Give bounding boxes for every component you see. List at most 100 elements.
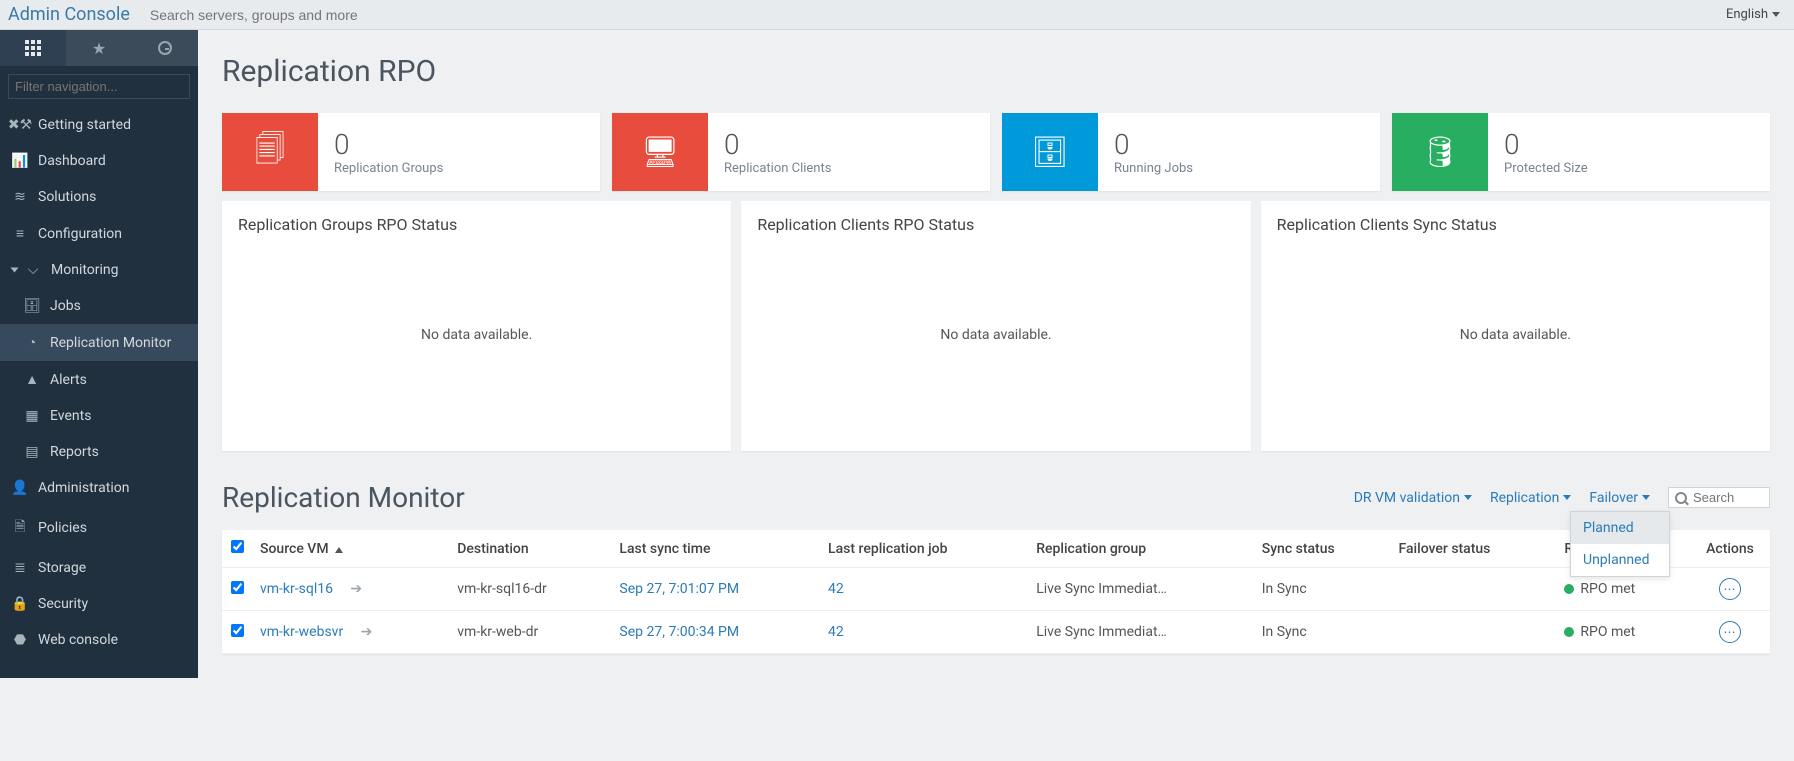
- sidebar-item-configuration[interactable]: ≡ Configuration: [0, 215, 198, 252]
- sidebar-item-replication-monitor[interactable]: ◔Replication Monitor: [0, 324, 198, 361]
- last-sync-link[interactable]: Sep 27, 7:01:07 PM: [619, 581, 739, 597]
- panel-title: Replication Clients RPO Status: [757, 215, 1234, 234]
- panel-replication-clients-sync-status: Replication Clients Sync StatusNo data a…: [1261, 201, 1770, 451]
- replication-group-cell: Live Sync Immediat…: [1028, 611, 1253, 654]
- sidebar-item-policies[interactable]: 🗎Policies: [0, 506, 198, 550]
- caret-down-icon: [1464, 495, 1472, 500]
- nav-filter[interactable]: [0, 66, 198, 107]
- row-checkbox[interactable]: [231, 624, 244, 637]
- stat-label: Replication Groups: [334, 161, 443, 176]
- sidebar-item-storage[interactable]: ≣Storage: [0, 550, 198, 586]
- status-dot-icon: [1564, 584, 1574, 594]
- col-sync-status[interactable]: Sync status: [1254, 530, 1391, 568]
- destination-cell: vm-kr-web-dr: [449, 611, 611, 654]
- stat-value: 0: [334, 128, 443, 161]
- monitor-actions: DR VM validation Replication Failover Pl…: [1354, 487, 1770, 508]
- brand-title: Admin Console: [0, 2, 140, 27]
- calendar-icon: ▦: [24, 408, 40, 424]
- panels-row: Replication Groups RPO StatusNo data ava…: [222, 201, 1770, 451]
- last-job-link[interactable]: 42: [828, 581, 844, 597]
- panel-body: No data available.: [757, 242, 1234, 427]
- sidebar-item-reports[interactable]: ▤Reports: [0, 434, 198, 470]
- stat-label: Running Jobs: [1114, 161, 1193, 176]
- top-bar: Admin Console English: [0, 0, 1794, 30]
- monitor-search-input[interactable]: [1693, 490, 1763, 505]
- sidebar-tab-recent[interactable]: [132, 30, 198, 66]
- grid-icon: [25, 40, 41, 56]
- col-destination[interactable]: Destination: [449, 530, 611, 568]
- sidebar-item-label: Security: [38, 596, 88, 612]
- sidebar-item-alerts[interactable]: ▲Alerts: [0, 361, 198, 398]
- db-shield-icon: 🛢: [1392, 113, 1488, 191]
- sliders-icon: ≡: [12, 225, 28, 242]
- failover-option-planned[interactable]: Planned: [1571, 512, 1669, 544]
- layers-icon: ≋: [12, 189, 28, 205]
- col-replication-group[interactable]: Replication group: [1028, 530, 1253, 568]
- storage-icon: ≣: [12, 560, 28, 576]
- stat-label: Replication Clients: [724, 161, 831, 176]
- clock-icon: [158, 41, 172, 55]
- sidebar-item-events[interactable]: ▦ Events: [0, 398, 198, 434]
- sidebar-item-label: Events: [50, 408, 91, 424]
- sidebar-item-web-console[interactable]: ⬣Web console: [0, 622, 198, 658]
- stat-cards-row: 🗐0Replication Groups🖥0Replication Client…: [222, 113, 1770, 191]
- sidebar-item-administration[interactable]: 👤Administration: [0, 470, 198, 506]
- sidebar-tab-favorites[interactable]: ★: [66, 30, 132, 66]
- row-actions-button[interactable]: ⋯: [1719, 578, 1741, 600]
- source-vm-link[interactable]: vm-kr-sql16: [260, 581, 333, 597]
- status-dot-icon: [1564, 627, 1574, 637]
- select-all-checkbox[interactable]: [231, 540, 244, 553]
- monitor-header: Replication Monitor DR VM validation Rep…: [222, 481, 1770, 514]
- page-title: Replication RPO: [222, 54, 1770, 89]
- col-actions[interactable]: Actions: [1690, 530, 1770, 568]
- col-last-sync-time[interactable]: Last sync time: [611, 530, 820, 568]
- sidebar-tab-apps[interactable]: [0, 30, 66, 66]
- sync-status-cell: In Sync: [1254, 611, 1391, 654]
- replication-link[interactable]: Replication: [1490, 490, 1571, 506]
- language-selector[interactable]: English: [1712, 7, 1794, 22]
- global-search[interactable]: [140, 3, 1712, 27]
- nav-filter-input[interactable]: [8, 74, 190, 99]
- col-source-vm[interactable]: Source VM: [252, 530, 449, 568]
- sidebar-item-getting-started[interactable]: ✖⚒Getting started: [0, 107, 198, 143]
- dr-vm-validation-link[interactable]: DR VM validation: [1354, 490, 1472, 506]
- star-icon: ★: [92, 39, 106, 58]
- stat-card-protected-size[interactable]: 🛢0Protected Size: [1392, 113, 1770, 191]
- cube-icon: ⬣: [12, 632, 28, 648]
- content-area: Replication RPO 🗐0Replication Groups🖥0Re…: [198, 30, 1794, 678]
- sidebar-item-solutions[interactable]: ≋Solutions: [0, 179, 198, 215]
- language-label: English: [1726, 7, 1768, 22]
- sidebar-item-label: Administration: [38, 480, 129, 496]
- sidebar-item-label: Configuration: [38, 226, 122, 242]
- sidebar-item-label: Getting started: [38, 117, 131, 133]
- stat-card-replication-clients[interactable]: 🖥0Replication Clients: [612, 113, 990, 191]
- monitor-title: Replication Monitor: [222, 481, 1354, 514]
- failover-option-unplanned[interactable]: Unplanned: [1571, 544, 1669, 576]
- stat-value: 0: [1114, 128, 1193, 161]
- col-last-replication-job[interactable]: Last replication job: [820, 530, 1028, 568]
- select-all-header[interactable]: [222, 530, 252, 568]
- last-sync-link[interactable]: Sep 27, 7:00:34 PM: [619, 624, 739, 640]
- global-search-input[interactable]: [150, 3, 1712, 27]
- stat-card-replication-groups[interactable]: 🗐0Replication Groups: [222, 113, 600, 191]
- sidebar-item-security[interactable]: 🔒Security: [0, 586, 198, 622]
- arrow-right-icon: ➔: [357, 624, 372, 640]
- sidebar-item-dashboard[interactable]: 📊Dashboard: [0, 143, 198, 179]
- failover-link[interactable]: Failover: [1589, 490, 1650, 506]
- destination-cell: vm-kr-sql16-dr: [449, 568, 611, 611]
- nav-list: ✖⚒Getting started📊Dashboard≋Solutions ≡ Co…: [0, 107, 198, 658]
- source-vm-link[interactable]: vm-kr-websvr: [260, 624, 343, 640]
- row-actions-button[interactable]: ⋯: [1719, 621, 1741, 643]
- report-icon: ▤: [24, 444, 40, 460]
- row-checkbox[interactable]: [231, 581, 244, 594]
- sidebar-item-monitoring[interactable]: ⌵Monitoring: [0, 252, 198, 288]
- monitor-search[interactable]: [1668, 487, 1770, 508]
- sidebar-item-jobs[interactable]: 🗄Jobs: [0, 288, 198, 324]
- rpo-status-cell: RPO met: [1556, 611, 1690, 654]
- stat-card-running-jobs[interactable]: 🗄0Running Jobs: [1002, 113, 1380, 191]
- col-failover-status[interactable]: Failover status: [1391, 530, 1557, 568]
- last-job-link[interactable]: 42: [828, 624, 844, 640]
- monitor-icon: ⌵: [25, 262, 41, 278]
- sidebar-tabs: ★: [0, 30, 198, 66]
- table-row: vm-kr-websvr ➔ vm-kr-web-dr Sep 27, 7:00:3…: [222, 611, 1770, 654]
